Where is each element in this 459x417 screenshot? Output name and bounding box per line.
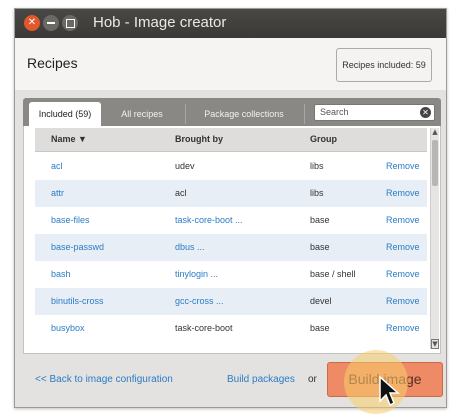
- tab-separator: [304, 104, 305, 124]
- remove-button[interactable]: Remove: [386, 296, 420, 306]
- brought-by-link[interactable]: gcc-cross ...: [175, 296, 224, 306]
- vertical-scrollbar[interactable]: ▲ ▼: [430, 128, 439, 349]
- recipes-table-panel: Name ▼ Brought by Group acl udev libs Re…: [23, 126, 441, 354]
- brought-by-link[interactable]: tinylogin ...: [175, 269, 218, 279]
- brought-by: task-core-boot: [175, 323, 233, 333]
- tab-separator: [185, 104, 186, 124]
- tab-bar: Included (59) All recipes Package collec…: [23, 98, 441, 126]
- back-to-image-configuration-link[interactable]: << Back to image configuration: [35, 374, 173, 385]
- brought-by-link[interactable]: task-core-boot ...: [175, 215, 243, 225]
- table-row[interactable]: busybox task-core-boot base Remove: [35, 315, 427, 342]
- brought-by: acl: [175, 188, 187, 198]
- search-placeholder: Search: [320, 107, 349, 117]
- page-header: Recipes Recipes included: 59: [15, 38, 446, 90]
- clear-search-icon[interactable]: ✕: [420, 107, 431, 118]
- column-brought-by-header[interactable]: Brought by: [175, 134, 223, 144]
- remove-button[interactable]: Remove: [386, 242, 420, 252]
- minimize-window-button[interactable]: [43, 15, 59, 31]
- remove-button[interactable]: Remove: [386, 188, 420, 198]
- brought-by: udev: [175, 161, 195, 171]
- recipe-name[interactable]: busybox: [51, 323, 85, 333]
- recipe-name[interactable]: base-passwd: [51, 242, 104, 252]
- search-input[interactable]: Search ✕: [314, 104, 435, 121]
- page-title: Recipes: [27, 55, 78, 71]
- brought-by-link[interactable]: dbus ...: [175, 242, 205, 252]
- recipe-name[interactable]: base-files: [51, 215, 90, 225]
- table-row[interactable]: attr acl libs Remove: [35, 180, 427, 207]
- recipes-count-button[interactable]: Recipes included: 59: [336, 48, 432, 82]
- column-name-header[interactable]: Name ▼: [51, 134, 87, 144]
- table-row[interactable]: acl udev libs Remove: [35, 153, 427, 180]
- remove-button[interactable]: Remove: [386, 323, 420, 333]
- remove-button[interactable]: Remove: [386, 269, 420, 279]
- scroll-down-arrow-icon[interactable]: ▼: [431, 339, 439, 349]
- close-window-button[interactable]: ✕: [24, 15, 40, 31]
- app-window: ✕ Hob - Image creator Recipes Recipes in…: [14, 8, 447, 408]
- recipe-group: libs: [310, 188, 324, 198]
- recipe-group: devel: [310, 296, 332, 306]
- window-title: Hob - Image creator: [93, 14, 227, 31]
- recipe-group: base: [310, 215, 330, 225]
- mouse-cursor-icon: [379, 375, 400, 407]
- recipe-name[interactable]: binutils-cross: [51, 296, 104, 306]
- maximize-window-button[interactable]: [62, 15, 78, 31]
- scrollbar-thumb[interactable]: [432, 140, 438, 186]
- table-row[interactable]: bash tinylogin ... base / shell Remove: [35, 261, 427, 288]
- recipe-group: libs: [310, 161, 324, 171]
- title-bar: ✕ Hob - Image creator: [15, 9, 446, 38]
- scroll-up-arrow-icon[interactable]: ▲: [431, 128, 439, 138]
- recipe-group: base: [310, 242, 330, 252]
- remove-button[interactable]: Remove: [386, 161, 420, 171]
- remove-button[interactable]: Remove: [386, 215, 420, 225]
- table-row[interactable]: base-passwd dbus ... base Remove: [35, 234, 427, 261]
- build-packages-link[interactable]: Build packages: [227, 374, 295, 385]
- recipe-name[interactable]: acl: [51, 161, 63, 171]
- column-group-header[interactable]: Group: [310, 134, 337, 144]
- table-header: Name ▼ Brought by Group: [35, 128, 427, 152]
- table-row[interactable]: binutils-cross gcc-cross ... devel Remov…: [35, 288, 427, 315]
- tab-package-collections[interactable]: Package collections: [189, 102, 299, 126]
- recipes-notebook: Included (59) All recipes Package collec…: [23, 98, 441, 354]
- recipe-name[interactable]: attr: [51, 188, 64, 198]
- or-label: or: [308, 374, 317, 385]
- recipe-group: base: [310, 323, 330, 333]
- recipe-name[interactable]: bash: [51, 269, 71, 279]
- recipe-group: base / shell: [310, 269, 356, 279]
- table-row[interactable]: base-files task-core-boot ... base Remov…: [35, 207, 427, 234]
- tab-included[interactable]: Included (59): [29, 102, 101, 126]
- tab-all-recipes[interactable]: All recipes: [107, 102, 177, 126]
